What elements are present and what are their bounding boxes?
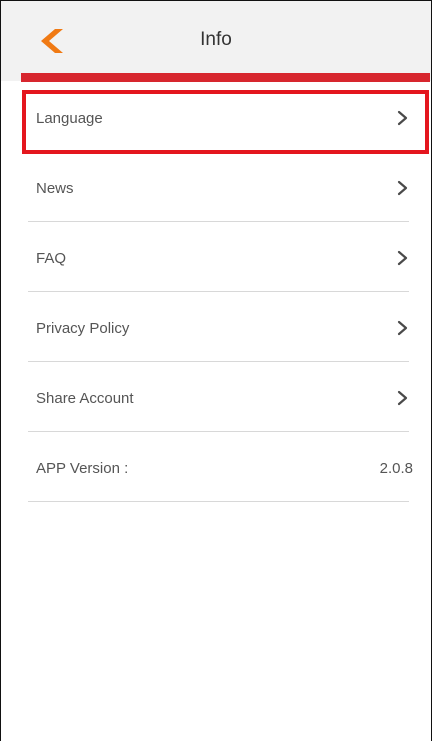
app-screen: Info Language News FAQ Privacy Policy Sh…: [0, 0, 432, 741]
chevron-right-icon: [397, 110, 408, 126]
list-item-label: Language: [36, 110, 103, 127]
header-accent-bar: [21, 73, 430, 82]
list-item-label: Share Account: [36, 390, 134, 407]
page-title: Info: [200, 29, 232, 50]
row-divider: [28, 501, 409, 502]
list-item-faq[interactable]: FAQ: [1, 222, 431, 292]
chevron-right-icon: [397, 320, 408, 336]
list-item-label: News: [36, 180, 74, 197]
info-list: Language News FAQ Privacy Policy Share A…: [1, 82, 431, 502]
list-item-label: Privacy Policy: [36, 320, 130, 337]
app-version-label: APP Version :: [36, 460, 129, 477]
list-item-language[interactable]: Language: [1, 82, 431, 152]
chevron-right-icon: [397, 390, 408, 406]
app-version-value: 2.0.8: [379, 460, 413, 477]
app-version-row: APP Version : 2.0.8: [1, 432, 431, 502]
list-item-label: FAQ: [36, 250, 67, 267]
top-header: Info: [1, 1, 431, 82]
chevron-right-icon: [397, 180, 408, 196]
list-item-news[interactable]: News: [1, 152, 431, 222]
list-item-share-account[interactable]: Share Account: [1, 362, 431, 432]
list-item-privacy-policy[interactable]: Privacy Policy: [1, 292, 431, 362]
chevron-right-icon: [397, 250, 408, 266]
